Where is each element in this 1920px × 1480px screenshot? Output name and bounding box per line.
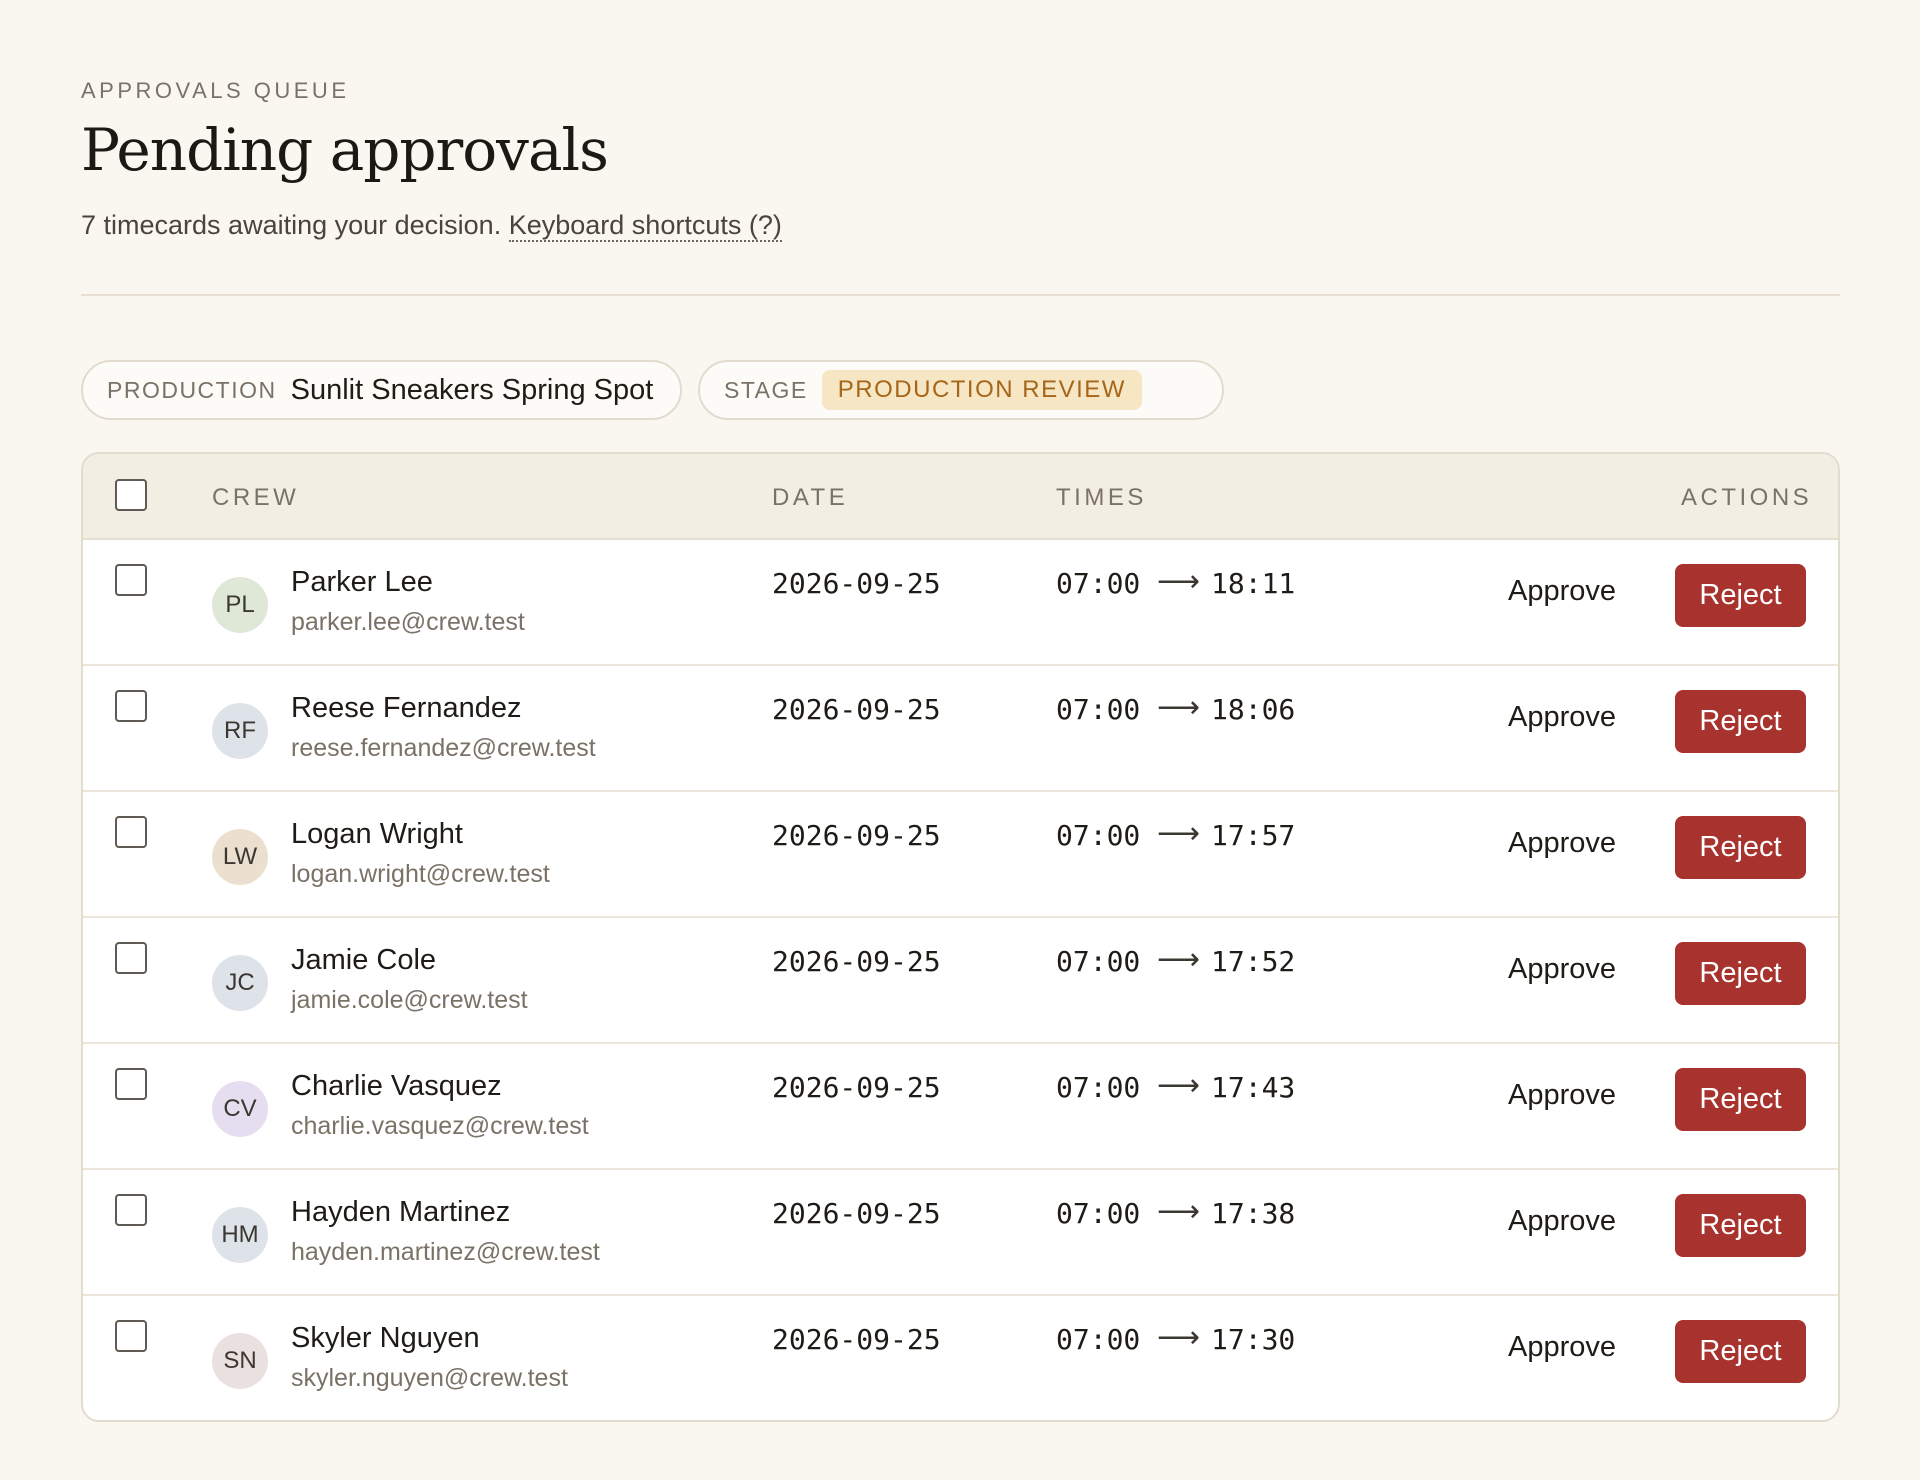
reject-button[interactable]: Reject <box>1675 564 1806 627</box>
end-time: 17:57 <box>1211 819 1296 852</box>
reject-button[interactable]: Reject <box>1675 1320 1806 1383</box>
table-row: PL Parker Lee parker.lee@crew.test 2026-09-… <box>83 540 1838 666</box>
start-time: 07:00 <box>1056 819 1141 852</box>
table-header: CREW DATE TIMES ACTIONS <box>83 454 1838 540</box>
end-time: 17:30 <box>1211 1323 1296 1356</box>
crew-email: parker.lee@crew.test <box>291 608 525 636</box>
stage-badge: PRODUCTION REVIEW <box>821 370 1142 410</box>
end-time: 17:38 <box>1211 1197 1296 1230</box>
row-select-checkbox[interactable] <box>115 1068 147 1100</box>
crew-name: Logan Wright <box>291 818 463 850</box>
avatar: RF <box>212 703 268 759</box>
stage-filter-label: STAGE <box>724 376 808 403</box>
approve-button[interactable]: Approve <box>1508 1079 1616 1112</box>
header-divider <box>81 294 1840 296</box>
timecard-date: 2026-09-25 <box>772 567 941 600</box>
row-select-checkbox[interactable] <box>115 1194 147 1226</box>
avatar: JC <box>212 955 268 1011</box>
approve-button[interactable]: Approve <box>1508 575 1616 608</box>
reject-button[interactable]: Reject <box>1675 1194 1806 1257</box>
crew-email: reese.fernandez@crew.test <box>291 734 596 762</box>
timecard-date: 2026-09-25 <box>772 945 941 978</box>
timecards-table: CREW DATE TIMES ACTIONS PL Parker Lee park… <box>81 452 1840 1422</box>
timecard-date: 2026-09-25 <box>772 1071 941 1104</box>
arrow-right-icon: ⟶ <box>1157 1321 1201 1354</box>
page-eyebrow: APPROVALS QUEUE <box>81 78 350 103</box>
column-header-times: TIMES <box>1056 484 1147 511</box>
table-row: LW Logan Wright logan.wright@crew.test 2026… <box>83 792 1838 918</box>
crew-name: Parker Lee <box>291 566 433 598</box>
approve-button[interactable]: Approve <box>1508 701 1616 734</box>
column-header-date: DATE <box>772 484 849 511</box>
crew-name: Jamie Cole <box>291 944 437 976</box>
arrow-right-icon: ⟶ <box>1157 1069 1201 1102</box>
table-row: CV Charlie Vasquez charlie.vasquez@crew.te… <box>83 1044 1838 1170</box>
crew-email: skyler.nguyen@crew.test <box>291 1364 568 1392</box>
avatar: LW <box>212 829 268 885</box>
row-select-checkbox[interactable] <box>115 690 147 722</box>
approve-button[interactable]: Approve <box>1508 827 1616 860</box>
select-all-checkbox[interactable] <box>115 479 147 511</box>
page-title: Pending approvals <box>81 116 609 184</box>
column-header-actions: ACTIONS <box>1681 484 1813 511</box>
start-time: 07:00 <box>1056 1071 1141 1104</box>
end-time: 18:11 <box>1211 567 1296 600</box>
reject-button[interactable]: Reject <box>1675 816 1806 879</box>
crew-name: Charlie Vasquez <box>291 1070 502 1102</box>
approve-button[interactable]: Approve <box>1508 953 1616 986</box>
crew-name: Reese Fernandez <box>291 692 522 724</box>
arrow-right-icon: ⟶ <box>1157 1195 1201 1228</box>
subtitle-text: 7 timecards awaiting your decision. <box>81 210 502 240</box>
row-select-checkbox[interactable] <box>115 1320 147 1352</box>
avatar: PL <box>212 577 268 633</box>
keyboard-shortcuts-link[interactable]: Keyboard shortcuts (?) <box>508 210 782 242</box>
production-filter-value: Sunlit Sneakers Spring Spot <box>290 373 654 406</box>
arrow-right-icon: ⟶ <box>1157 691 1201 724</box>
column-header-crew: CREW <box>212 484 300 511</box>
start-time: 07:00 <box>1056 1197 1141 1230</box>
row-select-checkbox[interactable] <box>115 942 147 974</box>
arrow-right-icon: ⟶ <box>1157 817 1201 850</box>
timecard-date: 2026-09-25 <box>772 693 941 726</box>
page-subtitle: 7 timecards awaiting your decision. Keyb… <box>81 210 782 242</box>
production-filter-label: PRODUCTION <box>107 376 277 403</box>
table-row: RF Reese Fernandez reese.fernandez@crew.te… <box>83 666 1838 792</box>
start-time: 07:00 <box>1056 567 1141 600</box>
row-select-checkbox[interactable] <box>115 816 147 848</box>
start-time: 07:00 <box>1056 1323 1141 1356</box>
end-time: 18:06 <box>1211 693 1296 726</box>
timecard-date: 2026-09-25 <box>772 819 941 852</box>
end-time: 17:52 <box>1211 945 1296 978</box>
start-time: 07:00 <box>1056 693 1141 726</box>
table-row: SN Skyler Nguyen skyler.nguyen@crew.test 20… <box>83 1296 1838 1420</box>
avatar: HM <box>212 1207 268 1263</box>
stage-filter-pill[interactable]: STAGE PRODUCTION REVIEW <box>698 360 1224 420</box>
avatar: CV <box>212 1081 268 1137</box>
crew-email: hayden.martinez@crew.test <box>291 1238 600 1266</box>
approve-button[interactable]: Approve <box>1508 1331 1616 1364</box>
table-row: JC Jamie Cole jamie.cole@crew.test 2026-09-… <box>83 918 1838 1044</box>
arrow-right-icon: ⟶ <box>1157 943 1201 976</box>
timecard-date: 2026-09-25 <box>772 1197 941 1230</box>
timecard-date: 2026-09-25 <box>772 1323 941 1356</box>
table-row: HM Hayden Martinez hayden.martinez@crew.te… <box>83 1170 1838 1296</box>
crew-name: Hayden Martinez <box>291 1196 511 1228</box>
reject-button[interactable]: Reject <box>1675 942 1806 1005</box>
end-time: 17:43 <box>1211 1071 1296 1104</box>
crew-email: jamie.cole@crew.test <box>291 986 528 1014</box>
production-filter-pill[interactable]: PRODUCTION Sunlit Sneakers Spring Spot <box>81 360 682 420</box>
arrow-right-icon: ⟶ <box>1157 565 1201 598</box>
row-select-checkbox[interactable] <box>115 564 147 596</box>
approve-button[interactable]: Approve <box>1508 1205 1616 1238</box>
crew-email: charlie.vasquez@crew.test <box>291 1112 589 1140</box>
reject-button[interactable]: Reject <box>1675 690 1806 753</box>
start-time: 07:00 <box>1056 945 1141 978</box>
reject-button[interactable]: Reject <box>1675 1068 1806 1131</box>
avatar: SN <box>212 1333 268 1389</box>
crew-name: Skyler Nguyen <box>291 1322 480 1354</box>
crew-email: logan.wright@crew.test <box>291 860 550 888</box>
